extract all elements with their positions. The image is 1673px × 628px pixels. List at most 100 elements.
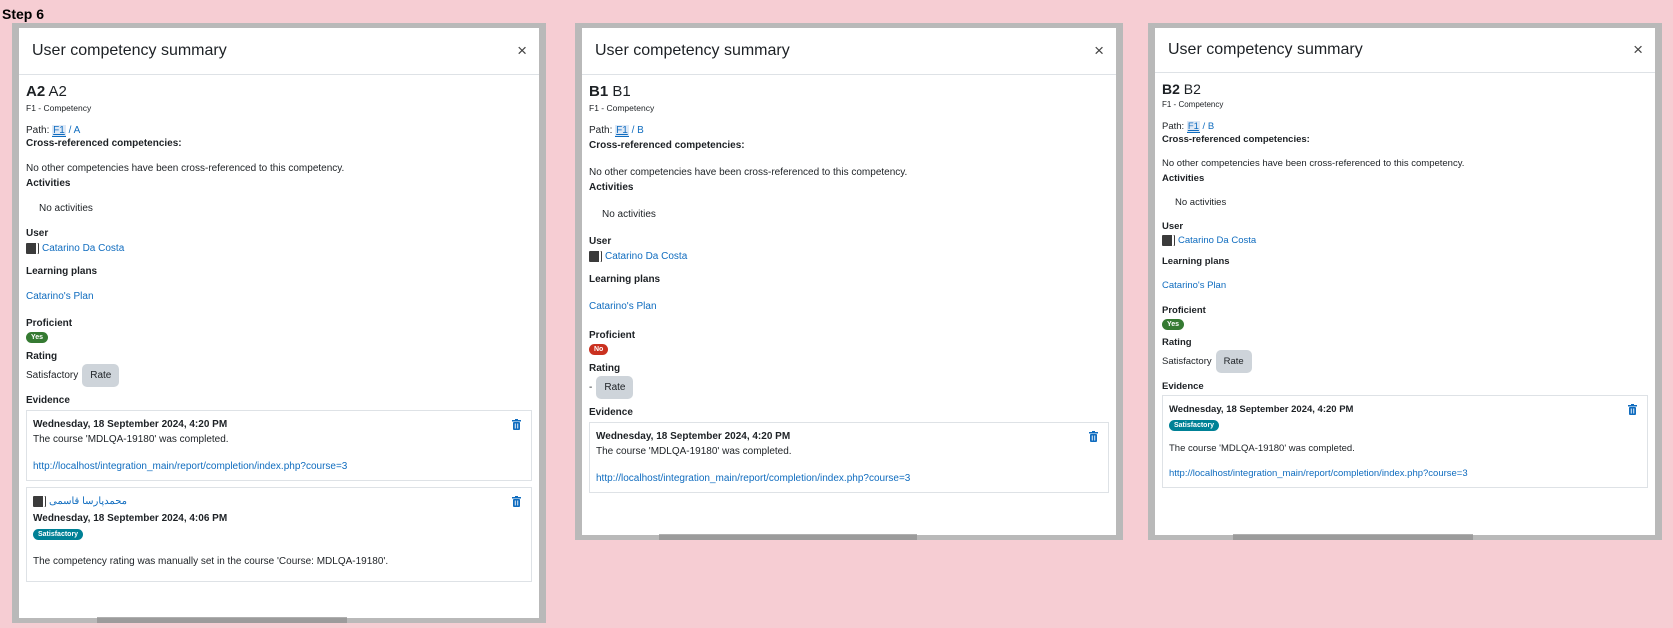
competency-path: Path: F1 / B [589,125,1109,137]
activities-text: No activities [1175,197,1227,208]
rating-title: Rating [1162,337,1192,348]
screenshot-panel-b2: User competency summary × B2 B2 F1 - Com… [1148,23,1662,540]
evidence-rating-badge: Satisfactory [33,529,84,540]
crossref-text: No other competencies have been cross-re… [26,163,345,174]
evidence-user-row: محمدپارسا قاسمی [33,496,525,507]
framework-name: F1 - Competency [26,103,92,113]
evidence-url[interactable]: http://localhost/integration_main/report… [33,461,347,472]
user-title: User [589,236,612,247]
evidence-title: Evidence [1162,381,1204,392]
evidence-title: Evidence [26,395,70,406]
learning-plans-title: Learning plans [26,266,98,277]
screenshot-panel-b1: User competency summary × B1 B1 F1 - Com… [575,23,1123,540]
path-link-framework[interactable]: F1 [1186,121,1200,133]
evidence-description: The course 'MDLQA-19180' was completed. [33,434,229,445]
evidence-url[interactable]: http://localhost/integration_main/report… [1169,468,1468,479]
close-icon[interactable]: × [515,41,529,61]
competency-heading: B2 B2 [1162,81,1648,97]
learning-plan-link[interactable]: Catarino's Plan [589,301,1109,312]
competency-heading: A2 A2 [26,83,532,100]
evidence-date: Wednesday, 18 September 2024, 4:20 PM [33,419,228,430]
user-link[interactable]: Catarino Da Costa [42,243,124,254]
dialog-title: User competency summary [32,42,227,59]
evidence-date: Wednesday, 18 September 2024, 4:06 PM [33,513,228,524]
competency-path: Path: F1 / A [26,125,532,137]
crossref-title: Cross-referenced competencies: [589,140,745,151]
proficient-title: Proficient [26,318,73,329]
evidence-user-link[interactable]: محمدپارسا قاسمی [49,496,127,507]
scrollbar[interactable] [97,617,347,623]
evidence-url[interactable]: http://localhost/integration_main/report… [596,473,910,484]
path-link-parent[interactable]: A [74,125,81,136]
competency-name: A2 [48,83,67,100]
trash-icon[interactable] [1089,431,1098,442]
scrollbar[interactable] [1233,534,1473,540]
user-title: User [26,228,49,239]
path-separator: / [1199,121,1208,132]
scrollbar[interactable] [659,534,917,540]
learning-plan-link[interactable]: Catarino's Plan [1162,280,1648,291]
path-link-parent[interactable]: B [1208,121,1214,132]
competency-name: B1 [612,83,631,100]
trash-icon[interactable] [512,496,521,507]
competency-id: A2 [26,83,46,100]
trash-icon[interactable] [512,419,521,430]
competency-summary-dialog: User competency summary × B1 B1 F1 - Com… [582,28,1116,535]
dialog-body: A2 A2 F1 - Competency Path: F1 / A Cross… [19,75,539,596]
evidence-title: Evidence [589,407,633,418]
rating-value: Satisfactory [1162,356,1212,367]
rating-value: Satisfactory [26,370,79,381]
activities-text: No activities [39,203,93,214]
dialog-header: User competency summary × [1155,28,1655,73]
evidence-date: Wednesday, 18 September 2024, 4:20 PM [596,431,791,442]
crossref-title: Cross-referenced competencies: [26,138,182,149]
rate-button[interactable]: Rate [596,376,634,399]
path-label: Path: [1162,121,1185,132]
avatar [589,251,601,262]
path-link-framework[interactable]: F1 [52,125,66,137]
activities-text: No activities [602,209,656,220]
competency-heading: B1 B1 [589,83,1109,100]
user-row: Catarino Da Costa [26,243,532,254]
evidence-item: Wednesday, 18 September 2024, 4:20 PM Th… [589,422,1109,493]
avatar [33,496,45,507]
path-link-parent[interactable]: B [637,125,644,136]
framework-name: F1 - Competency [1162,100,1224,109]
competency-path: Path: F1 / B [1162,121,1648,133]
competency-id: B2 [1162,81,1180,97]
user-title: User [1162,221,1184,232]
competency-summary-dialog: User competency summary × A2 A2 F1 - Com… [19,28,539,618]
learning-plans-title: Learning plans [1162,256,1230,267]
activities-title: Activities [1162,173,1205,184]
close-icon[interactable]: × [1631,40,1645,60]
evidence-rating-badge: Satisfactory [1169,420,1220,431]
learning-plan-link[interactable]: Catarino's Plan [26,291,532,302]
rating-title: Rating [589,363,621,374]
evidence-item: Wednesday, 18 September 2024, 4:20 PM Th… [26,410,532,481]
user-row: Catarino Da Costa [1162,235,1648,246]
rating-row: Satisfactory Rate [1162,350,1648,373]
crossref-text: No other competencies have been cross-re… [1162,158,1465,169]
user-row: Catarino Da Costa [589,251,1109,262]
path-label: Path: [589,125,613,136]
competency-summary-dialog: User competency summary × B2 B2 F1 - Com… [1155,28,1655,535]
competency-id: B1 [589,83,609,100]
trash-icon[interactable] [1628,404,1637,415]
dialog-header: User competency summary × [582,28,1116,75]
path-link-framework[interactable]: F1 [615,125,629,137]
activities-title: Activities [26,178,71,189]
user-link[interactable]: Catarino Da Costa [1178,235,1256,246]
close-icon[interactable]: × [1092,41,1106,61]
user-link[interactable]: Catarino Da Costa [605,251,687,262]
rating-value: - [589,382,593,393]
dialog-header: User competency summary × [19,28,539,75]
proficient-title: Proficient [1162,305,1206,316]
dialog-body: B1 B1 F1 - Competency Path: F1 / B Cross… [582,75,1116,507]
competency-name: B2 [1183,81,1201,97]
rate-button[interactable]: Rate [1215,350,1252,373]
path-separator: / [65,125,74,136]
avatar [1162,235,1174,246]
path-label: Path: [26,125,50,136]
dialog-body: B2 B2 F1 - Competency Path: F1 / B Cross… [1155,73,1655,502]
rate-button[interactable]: Rate [82,364,120,387]
